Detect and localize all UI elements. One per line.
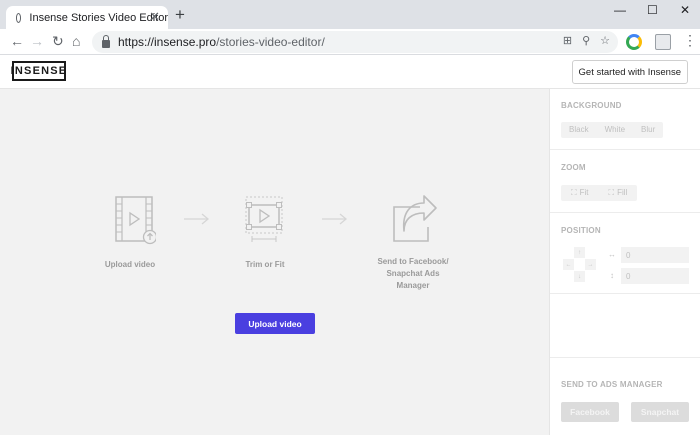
step-upload-label: Upload video [104, 260, 156, 269]
menu-kebab-icon[interactable]: ⋮ [683, 32, 697, 48]
app-header: INSENSE Get started with Insense [0, 55, 700, 89]
background-options: Black White Blur [561, 122, 664, 138]
move-left-icon[interactable]: ← [563, 259, 574, 270]
settings-sidebar: BACKGROUND Black White Blur ZOOM ⛶ Fit ⛶ F… [549, 89, 700, 435]
crop-video-icon [245, 196, 283, 242]
divider [550, 357, 700, 358]
ads-manager-title: SEND TO ADS MANAGER [561, 380, 663, 389]
url-text: https://insense.pro/stories-video-editor… [118, 35, 325, 49]
insense-logo[interactable]: INSENSE [11, 61, 66, 81]
position-title: POSITION [561, 226, 601, 235]
translate-icon[interactable]: ⊞ [563, 34, 572, 47]
forward-arrow-icon[interactable]: → [30, 33, 44, 49]
background-title: BACKGROUND [561, 101, 622, 110]
background-black-option[interactable]: Black [561, 122, 597, 138]
bookmark-star-icon[interactable]: ☆ [600, 34, 610, 47]
tab-title: Insense Stories Video Editor [29, 11, 168, 24]
get-started-button[interactable]: Get started with Insense [571, 60, 688, 84]
minimize-button[interactable]: — [614, 3, 626, 17]
video-upload-icon [115, 196, 156, 245]
close-window-button[interactable]: ✕ [680, 3, 690, 17]
lock-icon [102, 34, 110, 48]
browser-tab[interactable]: Insense Stories Video Editor ✕ [6, 6, 168, 29]
reload-icon[interactable]: ↻ [52, 33, 64, 49]
home-icon[interactable]: ⌂ [72, 33, 80, 49]
move-down-icon[interactable]: ↓ [574, 271, 585, 282]
zoom-options: ⛶ Fit ⛶ Fill [561, 185, 638, 201]
zoom-section: ZOOM ⛶ Fit ⛶ Fill [550, 150, 700, 213]
zoom-fill-option[interactable]: ⛶ Fill [599, 185, 638, 201]
step-upload: Upload video [95, 195, 165, 271]
address-bar[interactable]: https://insense.pro/stories-video-editor… [92, 31, 618, 53]
move-right-icon[interactable]: → [585, 259, 596, 270]
vertical-arrows-icon: ↕ [610, 271, 614, 280]
background-blur-option[interactable]: Blur [633, 122, 663, 138]
position-x-input[interactable] [621, 247, 689, 263]
fill-icon: ⛶ [608, 188, 615, 197]
browser-titlebar: Insense Stories Video Editor ✕ + — ☐ ✕ [0, 0, 700, 29]
position-section: POSITION ↑ ← → ↓ ↔ ↕ [550, 213, 700, 294]
arrow-right-icon [322, 213, 348, 225]
tab-close-icon[interactable]: ✕ [149, 10, 160, 24]
back-arrow-icon[interactable]: ← [10, 33, 24, 49]
extension-icon[interactable] [626, 34, 642, 50]
position-y-input[interactable] [621, 268, 689, 284]
step-trim: Trim or Fit [230, 193, 300, 271]
facebook-button[interactable]: Facebook [561, 402, 619, 422]
share-icon [393, 195, 437, 242]
zoom-fit-option[interactable]: ⛶ Fit [561, 185, 599, 201]
step-trim-label: Trim or Fit [245, 260, 285, 269]
new-tab-button[interactable]: + [175, 6, 185, 23]
arrow-right-icon [184, 213, 210, 225]
background-white-option[interactable]: White [597, 122, 633, 138]
zoom-icon[interactable]: ⚲ [582, 34, 590, 47]
snapchat-button[interactable]: Snapchat [631, 402, 689, 422]
zoom-title: ZOOM [561, 163, 586, 172]
fit-icon: ⛶ [571, 188, 577, 197]
background-section: BACKGROUND Black White Blur [550, 89, 700, 150]
move-up-icon[interactable]: ↑ [574, 247, 585, 258]
editor-canvas[interactable]: Upload video Trim or Fit Send to Faceboo… [0, 89, 549, 435]
step-send: Send to Facebook/ Snapchat Ads Manager [370, 193, 456, 292]
calendar-extension-icon[interactable] [655, 34, 671, 50]
step-send-label: Send to Facebook/ Snapchat Ads Manager [377, 257, 449, 290]
horizontal-arrows-icon: ↔ [608, 250, 616, 259]
globe-icon [16, 12, 22, 23]
browser-toolbar: ← → ↻ ⌂ https://insense.pro/stories-vide… [0, 29, 700, 55]
upload-video-button[interactable]: Upload video [235, 313, 315, 334]
maximize-button[interactable]: ☐ [647, 3, 658, 17]
